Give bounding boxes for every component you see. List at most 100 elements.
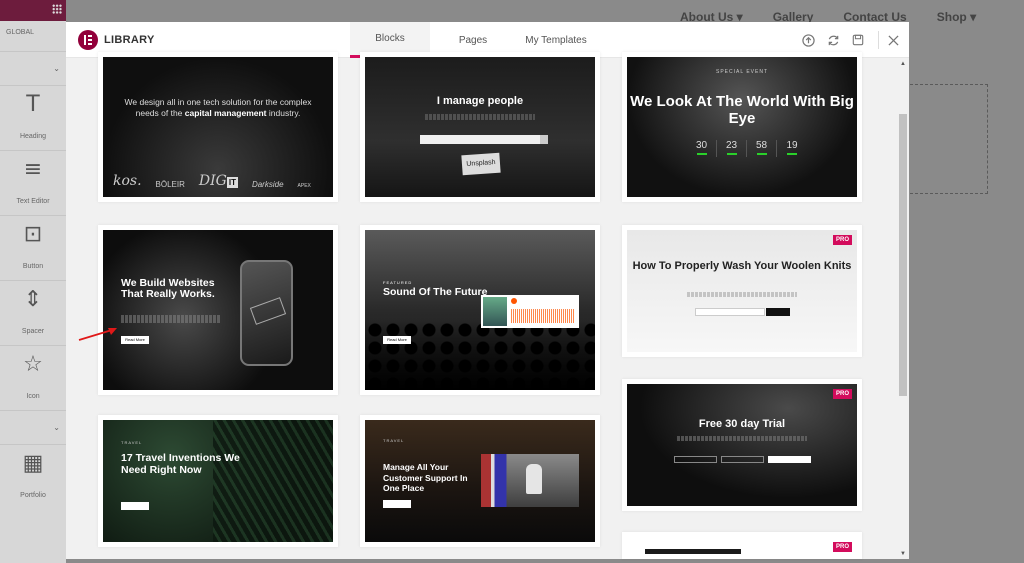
subscribe-input [420,135,540,144]
header-divider [878,31,879,49]
block-thumbnail: We Build Websites That Really Works. Rea… [103,230,333,390]
category-toggle[interactable]: ⌄ [0,51,66,85]
block-subtext [425,114,535,120]
block-card[interactable]: PRO Free 30 day Trial [622,379,862,511]
block-eyebrow: TRAVEL [383,438,405,443]
block-thumbnail: How To Properly Wash Your Woolen Knits [627,230,857,352]
close-icon[interactable] [884,31,902,49]
block-heading: We Look At The World With Big Eye [630,93,854,127]
block-card[interactable]: TRAVEL 17 Travel Inventions We Need Righ… [98,415,338,547]
chevron-down-icon: ⌄ [53,64,60,73]
editor-topbar [0,0,66,21]
form-input [721,456,764,463]
block-button: Read More [121,336,149,344]
block-image [645,549,741,554]
widget-button[interactable]: ⊡ Button [0,215,66,280]
countdown-days: 30 [687,140,717,157]
subscribe-button [540,135,548,144]
block-button [121,502,149,510]
crowd-image [365,320,595,390]
pro-badge: PRO [832,235,852,245]
block-thumbnail: FEATURED Sound Of The Future Read More [365,230,595,390]
upload-icon[interactable] [799,31,817,49]
phone-mockup [240,260,293,366]
library-title: LIBRARY [104,34,155,46]
text-editor-icon: ≡ [23,157,43,182]
nav-item-shop[interactable]: Shop ▾ [937,10,976,24]
block-button: Read More [383,336,411,344]
play-icon [511,298,517,304]
waveform [511,309,575,323]
countdown-seconds: 19 [777,140,807,157]
fern-image [213,420,333,542]
block-heading: Free 30 day Trial [698,418,786,430]
pro-badge: PRO [832,542,852,552]
annotation-arrow-icon [78,328,117,341]
heading-icon: T [26,92,40,117]
block-subtext [677,436,807,441]
block-heading: Sound Of The Future [383,286,488,298]
subscribe-input [695,308,765,316]
spacer-icon: ⇕ [23,287,43,312]
block-card[interactable]: We design all in one tech solution for t… [98,52,338,202]
client-logos: kos. BÖLEIR DIG IT Darkside APEX [113,173,311,189]
widget-label: Text Editor [16,198,50,205]
block-heading: How To Properly Wash Your Woolen Knits [632,260,852,272]
block-button [383,500,411,508]
subscribe-button [766,308,790,316]
block-heading: I manage people [436,95,524,107]
block-subtext [121,315,221,323]
block-eyebrow: SPECIAL EVENT [716,69,768,75]
scroll-up-arrow-icon[interactable]: ▲ [900,61,906,67]
countdown-hours: 23 [717,140,747,157]
widget-text-editor[interactable]: ≡ Text Editor [0,150,66,215]
countdown-minutes: 58 [747,140,777,157]
album-art [483,297,507,326]
block-subtext [687,292,797,297]
block-card[interactable]: PRO How To Properly Wash Your Woolen Kni… [622,225,862,357]
block-eyebrow: TRAVEL [121,440,143,445]
block-text: We design all in one tech solution for t… [124,97,312,118]
icon-widget-icon: ☆ [23,352,43,377]
editor-sidebar: GLOBAL ⌄ T Heading ≡ Text Editor ⊡ Butto… [0,0,66,563]
block-thumbnail: SPECIAL EVENT We Look At The World With … [627,57,857,197]
block-thumbnail [627,537,857,554]
widget-heading[interactable]: T Heading [0,85,66,150]
block-thumbnail: I manage people Unsplash [365,57,595,197]
category-toggle[interactable]: ⌄ [0,410,66,444]
block-card[interactable]: I manage people Unsplash [360,52,600,202]
block-card[interactable]: SPECIAL EVENT We Look At The World With … [622,52,862,202]
widget-label: Icon [26,393,40,400]
block-thumbnail: Free 30 day Trial [627,384,857,506]
astronaut-image [481,454,579,507]
save-icon[interactable] [849,31,867,49]
form-input [674,456,717,463]
block-heading: 17 Travel Inventions We Need Right Now [121,452,240,476]
portfolio-icon: ▦ [22,451,44,476]
section-placeholder [910,84,988,194]
block-thumbnail: We design all in one tech solution for t… [103,57,333,197]
widget-spacer[interactable]: ⇕ Spacer [0,280,66,345]
block-thumbnail: TRAVEL 17 Travel Inventions We Need Righ… [103,420,333,542]
widget-portfolio[interactable]: ▦ Portfolio [0,444,66,509]
audio-player [481,295,579,328]
block-card[interactable]: We Build Websites That Really Works. Rea… [98,225,338,395]
block-heading: We Build Websites That Really Works. [121,277,215,300]
scroll-down-arrow-icon[interactable]: ▼ [900,551,906,557]
library-scrollbar[interactable]: ▲ ▼ [897,58,909,559]
block-card[interactable]: PRO [622,532,862,559]
global-label: GLOBAL [6,29,35,36]
apps-grid-icon[interactable] [52,4,62,14]
widget-label: Spacer [21,328,45,335]
scroll-thumb[interactable] [899,114,907,396]
widget-icon[interactable]: ☆ Icon [0,345,66,410]
widget-label: Button [22,263,44,270]
button-icon: ⊡ [23,222,43,247]
elementor-logo-icon [78,30,98,50]
widget-label: Portfolio [20,492,46,499]
sync-icon[interactable] [824,31,842,49]
block-card[interactable]: FEATURED Sound Of The Future Read More [360,225,600,395]
block-card[interactable]: TRAVEL Manage All Your Customer Support … [360,415,600,547]
block-heading: Manage All Your Customer Support In One … [383,462,468,493]
widget-label: Heading [19,133,47,140]
